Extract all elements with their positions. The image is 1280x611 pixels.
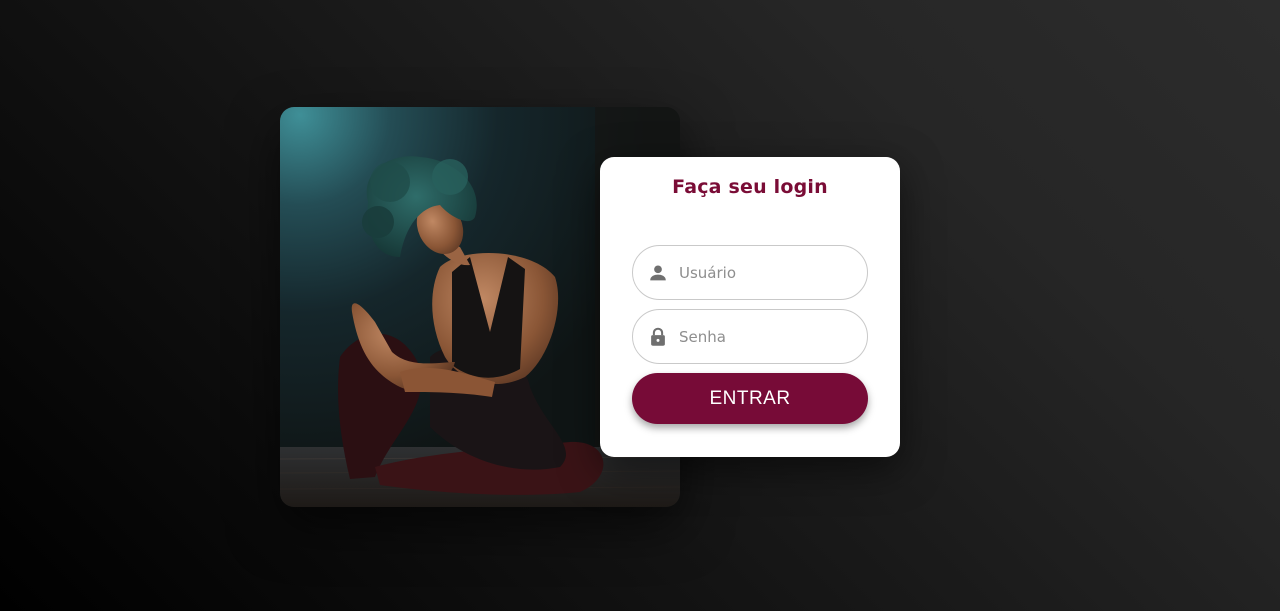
- username-input[interactable]: [679, 246, 855, 299]
- password-input[interactable]: [679, 310, 855, 363]
- password-field[interactable]: [632, 309, 868, 364]
- username-field[interactable]: [632, 245, 868, 300]
- login-form: Faça seu login ENTRAR: [600, 157, 900, 457]
- lock-icon: [651, 327, 665, 346]
- submit-button[interactable]: ENTRAR: [632, 373, 868, 424]
- user-icon: [650, 265, 666, 281]
- login-title: Faça seu login: [672, 176, 828, 198]
